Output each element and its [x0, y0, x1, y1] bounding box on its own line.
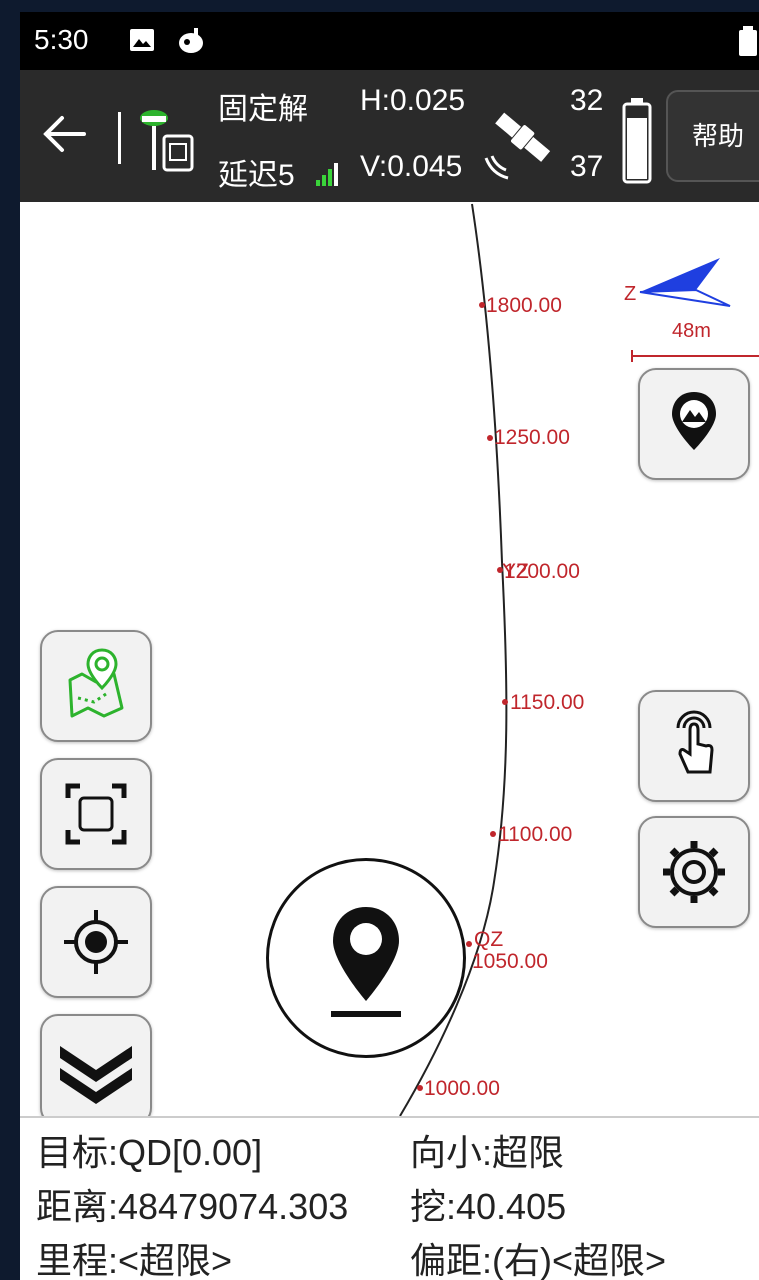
distance-info: 距离:48479074.303: [36, 1186, 349, 1227]
target-info: 目标:QD[0.00]: [36, 1132, 263, 1173]
battery-icon: [738, 26, 758, 62]
station-label: 1050.00: [472, 950, 548, 973]
collapse-button[interactable]: [40, 1014, 152, 1126]
settings-icon: [663, 841, 725, 903]
station-dot: [466, 941, 472, 947]
v-precision: V:0.045: [360, 150, 463, 183]
station-dot: [502, 699, 508, 705]
app-screen: 5:30 固定解 延迟5 H:0.025 V:0.045 32 37 帮助 18…: [20, 12, 759, 1280]
stakeout-point-button[interactable]: [266, 858, 466, 1058]
mileage-info: 里程:<超限>: [36, 1240, 233, 1280]
satellites-tracked: 37: [570, 150, 604, 183]
station-label: 1000.00: [424, 1077, 500, 1100]
scale-label: 48m: [672, 320, 711, 342]
station-label: YZ: [502, 560, 529, 583]
station-label: 1800.00: [486, 294, 562, 317]
signal-strength-icon: [314, 158, 344, 193]
divider: [118, 112, 121, 164]
north-arrow-icon: Z: [624, 258, 731, 307]
station-dot: [487, 435, 493, 441]
locate-icon: [64, 910, 128, 974]
latency-text: 延迟5: [218, 159, 295, 192]
touch-select-icon: [676, 710, 714, 774]
satellites-used: 32: [570, 84, 604, 117]
h-precision: H:0.025: [360, 84, 466, 117]
satellite-icon[interactable]: [482, 100, 562, 185]
map-data-button[interactable]: [40, 630, 152, 742]
full-extent-button[interactable]: [40, 758, 152, 870]
direction-info: 向小:超限: [410, 1132, 565, 1173]
station-dot: [417, 1085, 423, 1091]
station-dot: [479, 302, 485, 308]
status-bar: 5:30: [20, 12, 759, 70]
station-label: 1250.00: [494, 426, 570, 449]
cut-fill-info: 挖:40.405: [410, 1186, 567, 1227]
base-map-button[interactable]: [638, 368, 750, 480]
status-time: 5:30: [34, 24, 89, 55]
gnss-receiver-icon[interactable]: [134, 106, 200, 177]
back-arrow-icon[interactable]: [40, 114, 88, 159]
collapse-icon: [60, 1046, 132, 1104]
stakeout-map[interactable]: 1800.00 1250.00 1200.00 YZ 1150.00 1100.…: [20, 202, 759, 1126]
image-icon: [128, 26, 156, 58]
station-label: QZ: [474, 928, 503, 951]
receiver-battery-icon: [622, 98, 652, 189]
station-dot: [490, 831, 496, 837]
survey-toolbar: 固定解 延迟5 H:0.025 V:0.045 32 37 帮助: [20, 70, 759, 202]
stakeout-info-panel: 目标:QD[0.00] 向小:超限 距离:48479074.303 挖:40.4…: [20, 1116, 759, 1280]
map-data-icon: [68, 648, 124, 718]
station-label: 1100.00: [498, 823, 572, 846]
app-notification-icon: [176, 26, 206, 60]
offset-info: 偏距:(右)<超限>: [410, 1240, 667, 1280]
north-label: Z: [624, 283, 636, 305]
scale-bar: [631, 350, 759, 362]
station-label: 1150.00: [510, 691, 584, 714]
touch-select-button[interactable]: [638, 690, 750, 802]
settings-button[interactable]: [638, 816, 750, 928]
base-map-icon: [672, 392, 716, 450]
stakeout-point-icon: [331, 907, 401, 1017]
help-button[interactable]: 帮助: [666, 90, 759, 182]
full-extent-icon: [65, 783, 127, 845]
solution-status: 固定解: [218, 93, 308, 126]
locate-button[interactable]: [40, 886, 152, 998]
